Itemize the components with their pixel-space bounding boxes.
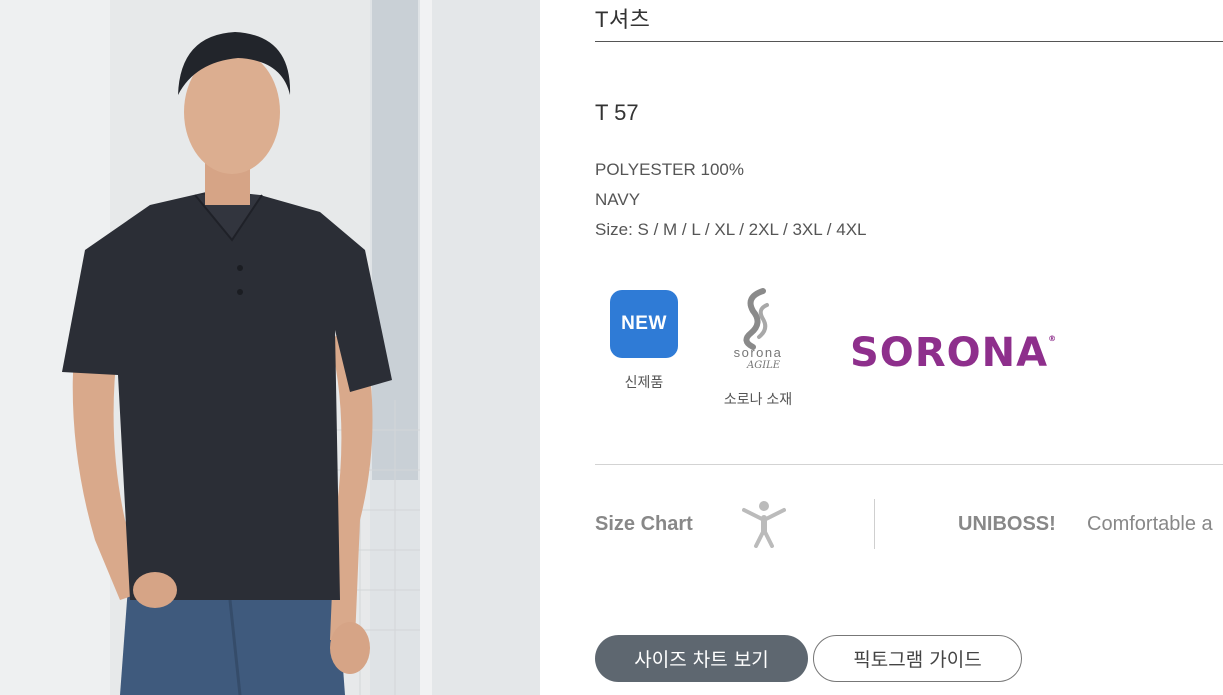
sorona-logo-text: SORONA xyxy=(850,330,1049,376)
brand-name: UNIBOSS! xyxy=(958,513,1056,535)
person-icon xyxy=(742,501,786,548)
category-title: T셔츠 xyxy=(595,7,651,32)
product-model-code: T 57 xyxy=(595,100,639,125)
model-wearing-polo-image xyxy=(0,0,540,695)
registered-mark: ® xyxy=(1048,334,1058,343)
spec-size: Size: S / M / L / XL / 2XL / 3XL / 4XL xyxy=(595,220,867,239)
view-size-chart-button[interactable]: 사이즈 차트 보기 xyxy=(595,635,808,682)
new-product-badge: NEW 신제품 xyxy=(605,290,683,392)
divider xyxy=(595,464,1223,465)
divider xyxy=(595,41,1223,42)
product-detail-page: T셔츠 T 57 POLYESTER 100% NAVY Size: S / M… xyxy=(0,0,1223,695)
spec-color: NAVY xyxy=(595,190,641,209)
brand-tagline: Comfortable a xyxy=(1087,513,1213,535)
spec-material: POLYESTER 100% xyxy=(595,160,744,179)
agile-wordmark: AGILE xyxy=(747,360,781,371)
size-chart-label: Size Chart xyxy=(595,513,693,535)
new-badge-caption: 신제품 xyxy=(624,374,664,390)
new-icon: NEW xyxy=(610,290,678,358)
product-specs: POLYESTER 100% NAVY Size: S / M / L / XL… xyxy=(595,155,867,245)
sorona-brand-logo: SORONA® xyxy=(850,330,1057,376)
sorona-small-wordmark: sorona xyxy=(733,345,783,360)
sorona-badge-caption: 소로나 소재 xyxy=(723,391,793,407)
vertical-divider xyxy=(874,499,875,549)
product-photo xyxy=(0,0,540,695)
pictogram-guide-button[interactable]: 픽토그램 가이드 xyxy=(813,635,1022,682)
